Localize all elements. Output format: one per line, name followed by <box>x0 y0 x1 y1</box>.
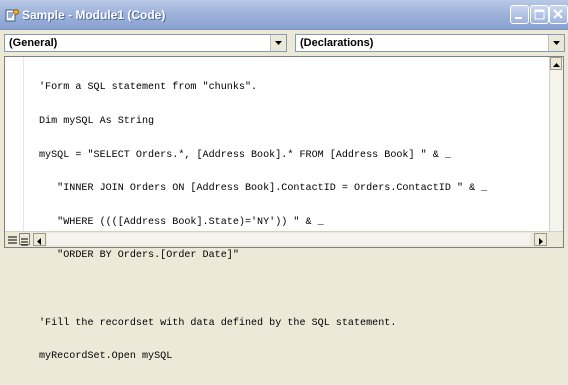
horizontal-scroll-track[interactable] <box>47 233 530 245</box>
scroll-left-button[interactable] <box>33 233 46 246</box>
procedure-view-icon <box>8 236 17 244</box>
margin-indicator-bar[interactable] <box>5 57 24 233</box>
chevron-down-icon <box>275 41 282 45</box>
object-combo-value: (General) <box>9 37 58 49</box>
full-module-view-icon <box>21 238 28 246</box>
chevron-down-icon <box>553 41 560 45</box>
horizontal-scrollbar-row <box>5 231 563 247</box>
scroll-right-button[interactable] <box>534 233 547 246</box>
procedure-combo[interactable]: (Declarations) <box>295 34 565 52</box>
resize-corner[interactable] <box>550 232 563 247</box>
code-line[interactable]: Dim mySQL As String <box>39 116 487 127</box>
title-bar[interactable]: Sample - Module1 (Code) <box>0 0 568 30</box>
arrow-up-icon <box>553 63 560 67</box>
code-line[interactable]: myRecordSet.Open mySQL <box>39 351 487 362</box>
code-line[interactable]: 'Fill the recordset with data defined by… <box>39 318 487 329</box>
code-window: Sample - Module1 (Code) (General) (Decla… <box>0 0 568 362</box>
arrow-right-icon <box>539 238 543 245</box>
object-combo-dropdown-button[interactable] <box>270 35 286 51</box>
procedure-combo-dropdown-button[interactable] <box>548 35 564 51</box>
maximize-icon <box>534 9 545 20</box>
object-combo[interactable]: (General) <box>4 34 287 52</box>
code-line[interactable]: mySQL = "SELECT Orders.*, [Address Book]… <box>39 150 487 161</box>
vba-module-icon <box>5 9 19 22</box>
procedure-view-button[interactable] <box>7 233 18 245</box>
maximize-button[interactable] <box>530 5 549 24</box>
code-text[interactable]: 'Form a SQL statement from "chunks". Dim… <box>39 60 487 385</box>
window-title: Sample - Module1 (Code) <box>22 8 166 22</box>
arrow-left-icon <box>37 238 41 245</box>
close-icon <box>553 9 563 19</box>
code-line[interactable]: "INNER JOIN Orders ON [Address Book].Con… <box>39 183 487 194</box>
full-module-view-button[interactable] <box>19 233 30 246</box>
combo-toolbar: (General) (Declarations) <box>0 31 568 55</box>
code-editor[interactable]: 'Form a SQL statement from "chunks". Dim… <box>4 56 564 362</box>
code-line[interactable]: "ORDER BY Orders.[Order Date]" <box>39 250 487 261</box>
procedure-combo-value: (Declarations) <box>300 37 374 49</box>
code-line[interactable] <box>39 284 487 295</box>
minimize-icon <box>515 17 522 19</box>
code-line[interactable]: 'Form a SQL statement from "chunks". <box>39 82 487 93</box>
scroll-up-button[interactable] <box>550 57 562 70</box>
close-button[interactable] <box>549 5 568 24</box>
minimize-button[interactable] <box>510 5 529 24</box>
vertical-scrollbar[interactable] <box>549 57 563 233</box>
code-line[interactable]: "WHERE ((([Address Book].State)='NY')) "… <box>39 217 487 228</box>
